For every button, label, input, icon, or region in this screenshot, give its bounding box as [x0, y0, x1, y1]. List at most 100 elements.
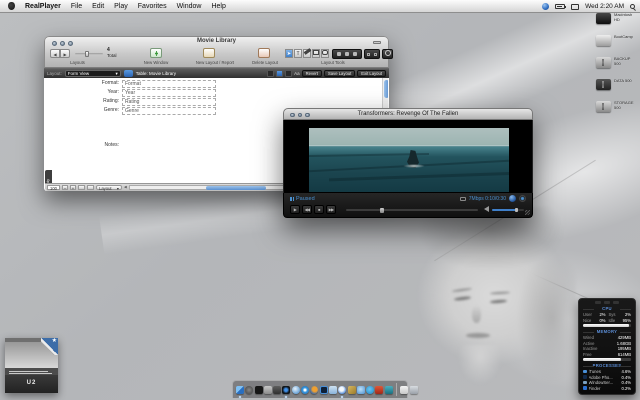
- istat-tab-icon[interactable]: [604, 301, 610, 304]
- dock-icon-dvd-player[interactable]: [375, 385, 384, 394]
- rounded-rect-tool[interactable]: [321, 49, 329, 58]
- dock-icon-skype[interactable]: [366, 385, 375, 394]
- dock-icon-mail[interactable]: [328, 385, 337, 394]
- layout-picker[interactable]: Form View ▾: [64, 70, 121, 77]
- rectangle-tool[interactable]: [312, 49, 320, 58]
- forward-button[interactable]: ▶▶: [326, 205, 336, 214]
- body-part-tab[interactable]: Body: [45, 170, 52, 183]
- seek-slider[interactable]: [346, 207, 478, 213]
- zoom-out-button[interactable]: –: [62, 184, 68, 190]
- delete-layout-icon[interactable]: [258, 48, 270, 58]
- horizontal-scroll-thumb[interactable]: [206, 186, 267, 190]
- line-style-tool-icon[interactable]: [374, 52, 377, 56]
- dock-icon-terminal[interactable]: [254, 385, 263, 394]
- istat-tab-icon[interactable]: [595, 301, 601, 304]
- apple-menu-icon[interactable]: [8, 2, 15, 10]
- view-mode-icon[interactable]: [78, 184, 85, 190]
- desktop-icon-storage[interactable]: STORAGE 500: [596, 100, 638, 112]
- revert-button[interactable]: Revert: [301, 70, 322, 77]
- istat-tab-icon[interactable]: [613, 301, 619, 304]
- stop-button[interactable]: ■: [314, 205, 324, 214]
- video-stage[interactable]: [283, 120, 533, 193]
- rewind-button[interactable]: ◀◀: [302, 205, 312, 214]
- scroll-left-icon[interactable]: ◀: [124, 185, 127, 189]
- dock-icon-realplayer[interactable]: [282, 385, 291, 398]
- preview-mode-icon[interactable]: [87, 184, 94, 190]
- formatting-label[interactable]: Aa: [294, 71, 300, 76]
- field-format[interactable]: Format: [122, 80, 216, 88]
- object-tool-icon[interactable]: [353, 52, 357, 56]
- displays-icon[interactable]: [571, 3, 580, 10]
- field-rating[interactable]: Rating: [122, 98, 216, 106]
- mode-selector[interactable]: Layout ▾: [96, 184, 122, 190]
- menu-favorites[interactable]: Favorites: [138, 3, 167, 10]
- new-layout-icon[interactable]: [203, 48, 215, 58]
- dock-icon-transmission[interactable]: [384, 385, 393, 394]
- volume-slider[interactable]: [492, 208, 524, 212]
- guides-toggle[interactable]: [267, 70, 275, 77]
- realplayer-titlebar[interactable]: Transformers: Revenge Of The Fallen: [283, 108, 533, 120]
- part-tool-icon[interactable]: [345, 52, 349, 56]
- play-button[interactable]: ▶: [290, 205, 300, 214]
- next-layout-button[interactable]: ▶: [60, 49, 70, 58]
- dock-icon-itunes[interactable]: [338, 385, 347, 398]
- layout-slider-thumb[interactable]: [85, 51, 89, 57]
- spotlight-icon[interactable]: [630, 4, 635, 9]
- layout-slider[interactable]: [75, 51, 103, 57]
- menu-help[interactable]: Help: [211, 3, 225, 10]
- field-genre[interactable]: Genre: [122, 107, 216, 115]
- save-layout-button[interactable]: Save Layout: [324, 70, 356, 77]
- battery-icon[interactable]: [555, 4, 567, 9]
- dock-icon-utilities[interactable]: [273, 385, 282, 394]
- field-part-tools[interactable]: [332, 49, 362, 59]
- gear-menu-button[interactable]: [382, 49, 393, 59]
- dock-icon-finder[interactable]: [236, 385, 244, 398]
- line-tool[interactable]: [303, 49, 311, 58]
- menu-window[interactable]: Window: [177, 3, 202, 10]
- video-frame[interactable]: [309, 128, 509, 192]
- field-year[interactable]: Year: [122, 89, 216, 97]
- zoom-in-button[interactable]: +: [70, 184, 76, 190]
- desktop-icon-macintosh-hd[interactable]: Macintosh HD: [596, 12, 638, 24]
- toolbar-collapse-button[interactable]: [373, 41, 381, 44]
- menu-edit[interactable]: Edit: [92, 3, 104, 10]
- volume-thumb[interactable]: [515, 208, 518, 212]
- vertical-scroll-thumb[interactable]: [383, 80, 388, 98]
- dock-icon-documents-stack[interactable]: [400, 385, 409, 394]
- edit-layout-icon[interactable]: [123, 70, 133, 77]
- dock-icon-ichat[interactable]: [356, 385, 365, 394]
- prev-layout-button[interactable]: ◀: [50, 49, 60, 58]
- dock-icon-system-preferences[interactable]: [263, 385, 272, 394]
- pointer-tool[interactable]: ➤: [285, 49, 293, 58]
- seek-thumb[interactable]: [380, 207, 384, 213]
- text-tool[interactable]: T: [294, 49, 302, 58]
- menu-app-name[interactable]: RealPlayer: [25, 3, 61, 10]
- dock-icon-trash[interactable]: [409, 385, 418, 394]
- menu-clock[interactable]: Wed 2:20 AM: [585, 3, 624, 10]
- rulers-toggle[interactable]: [285, 70, 293, 77]
- dock-icon-photoshop[interactable]: [319, 385, 328, 394]
- dock-icon-firefox[interactable]: [310, 385, 319, 394]
- field-tool-icon[interactable]: [337, 52, 341, 56]
- menu-play[interactable]: Play: [114, 3, 128, 10]
- volume-icon[interactable]: [484, 206, 489, 212]
- realplayer-logo-icon[interactable]: [509, 195, 516, 202]
- grid-toggle[interactable]: [276, 70, 284, 77]
- dock-icon-dashboard[interactable]: [245, 385, 254, 394]
- realplayer-status-icon[interactable]: [542, 3, 550, 10]
- exit-layout-button[interactable]: Exit Layout: [357, 70, 386, 77]
- dock-icon-safari[interactable]: [301, 385, 310, 394]
- istat-widget[interactable]: CPU User 2% Sys 2% Nice 0% Idle 95% MEMORY W…: [578, 298, 636, 395]
- desktop-icon-backup[interactable]: BACKUP 500: [596, 56, 638, 68]
- menu-file[interactable]: File: [71, 3, 82, 10]
- desktop-icon-bootcamp[interactable]: BootCamp: [596, 34, 638, 46]
- realguide-icon[interactable]: [519, 195, 526, 202]
- new-window-icon[interactable]: [150, 48, 162, 58]
- desktop-file-u2-album[interactable]: U2 ★: [5, 338, 58, 393]
- dock-icon-quicktime[interactable]: [291, 385, 300, 394]
- format-tools[interactable]: [364, 49, 380, 59]
- fill-tool-icon[interactable]: [367, 52, 370, 56]
- resize-grip[interactable]: [525, 210, 530, 215]
- desktop-icon-data[interactable]: DATA 500: [596, 78, 638, 90]
- dock-icon-iphoto[interactable]: [347, 385, 356, 394]
